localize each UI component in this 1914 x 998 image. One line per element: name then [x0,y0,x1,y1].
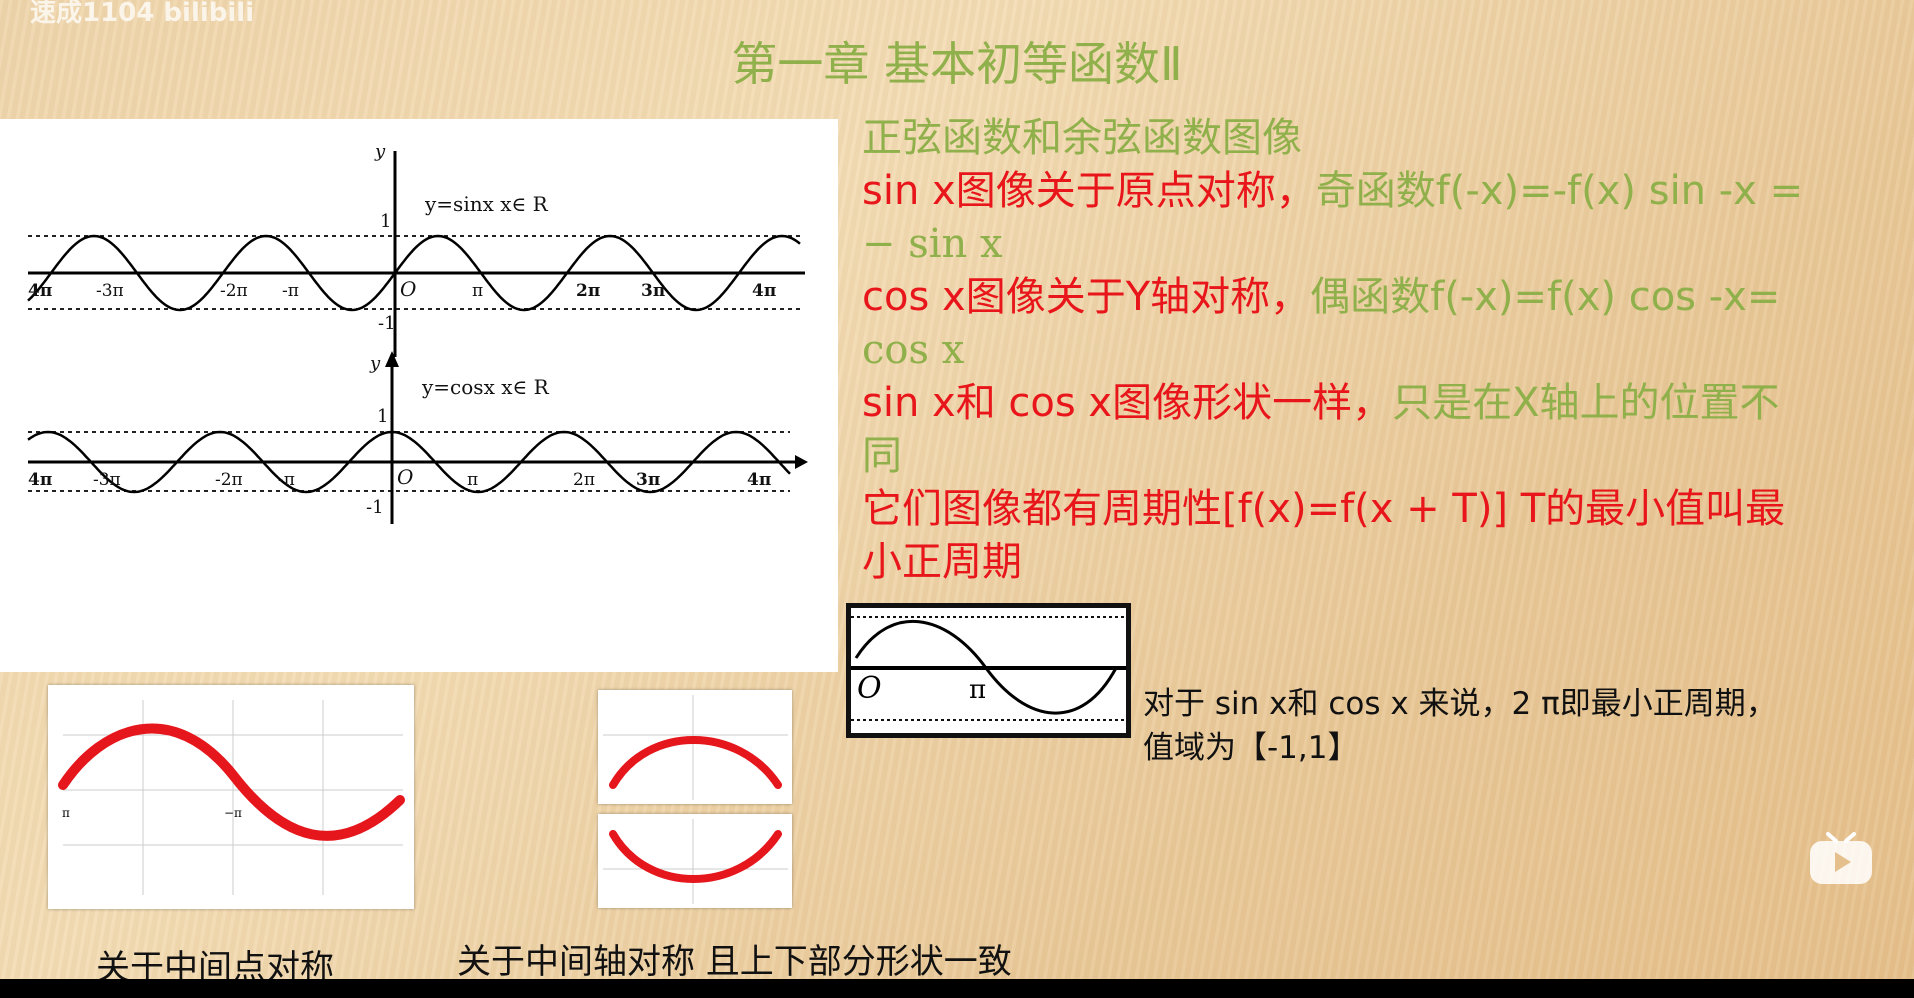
sin-y-bottom: -1 [378,313,396,334]
mini-sine-graph: O π [846,603,1131,738]
mini-pi: π [969,675,986,705]
period-note-cont: 小正周期 [862,539,1022,585]
cos-tick: π [467,470,478,490]
sin-y-top: 1 [380,211,391,232]
function-graphs: y y=sinx x∈ R 1 -1 O 4π -3π -2π -π π 2π … [27,141,808,524]
notes-block: 正弦函数和余弦函数图像 sin x图像关于原点对称，奇函数f(-x)=-f(x)… [862,112,1862,589]
cos-tick: 3π [636,470,660,490]
notes-heading: 正弦函数和余弦函数图像 [862,115,1302,161]
cos-function-label: y=cosx x∈ R [421,375,550,399]
thumb-mid-label: −π [224,806,242,820]
shape-note: sin x和 cos x图像形状一样，只是在X轴上的位置不 [862,380,1780,426]
bottom-bar [0,979,1914,998]
sin-tick: -2π [220,281,248,301]
graph-panel: y y=sinx x∈ R 1 -1 O 4π -3π -2π -π π 2π … [0,119,838,672]
cos-tick: 4π [747,470,771,490]
sin-graph: y y=sinx x∈ R 1 -1 O 4π -3π -2π -π π 2π … [27,141,805,357]
sin-note-cont: − sin x [862,221,1003,267]
sin-tick: -3π [96,281,124,301]
cos-tick: -3π [93,470,121,490]
tv-play-icon[interactable] [1808,830,1874,886]
period-note: 它们图像都有周期性[f(x)=f(x + T)] T的最小值叫最 [862,486,1786,532]
sin-origin: O [400,277,416,301]
thumb-arch-up [598,690,792,804]
shape-note-cont: 同 [862,433,902,479]
sin-tick: 2π [576,281,600,301]
cos-note-cont: cos x [862,327,965,373]
period-line: 对于 sin x和 cos x 来说，2 π即最小正周期， [1143,686,1777,722]
cos-y-bottom: -1 [366,497,384,518]
thumb-left-label: π [62,806,70,820]
cos-y-axis-label: y [369,353,381,374]
watermark: 速成1104 bilibili [30,0,255,28]
sin-tick: 4π [752,281,776,301]
mini-origin: O [857,671,882,706]
slide-title: 第一章 基本初等函数Ⅱ [731,37,1183,91]
cos-origin: O [397,465,413,489]
sin-function-label: y=sinx x∈ R [424,192,549,216]
cos-tick: 4π [28,470,52,490]
cos-note: cos x图像关于Y轴对称，偶函数f(-x)=f(x) cos -x= [862,274,1781,320]
sin-tick: 3π [641,281,665,301]
cos-tick: -π [278,470,295,490]
cos-y-top: 1 [377,406,388,427]
sin-note: sin x图像关于原点对称，奇函数f(-x)=-f(x) sin -x = [862,168,1804,214]
sin-tick: π [472,281,483,301]
sin-y-axis-label: y [374,141,386,162]
cos-graph: y y=cosx x∈ R 1 -1 O 4π -3π -2π -π π 2π … [27,351,808,524]
caption-axis-symmetry: 关于中间轴对称 且上下部分形状一致 [457,942,1012,982]
period-range-note: 对于 sin x和 cos x 来说，2 π即最小正周期， 值域为【-1,1】 [1143,682,1843,770]
cos-tick: 2π [573,470,595,490]
cos-tick: -2π [215,470,243,490]
thumb-arch-down [598,814,792,908]
range-line: 值域为【-1,1】 [1143,730,1359,766]
sin-tick: -π [282,281,299,301]
thumb-point-symmetry: π −π [48,685,414,909]
sin-tick: 4π [28,281,52,301]
